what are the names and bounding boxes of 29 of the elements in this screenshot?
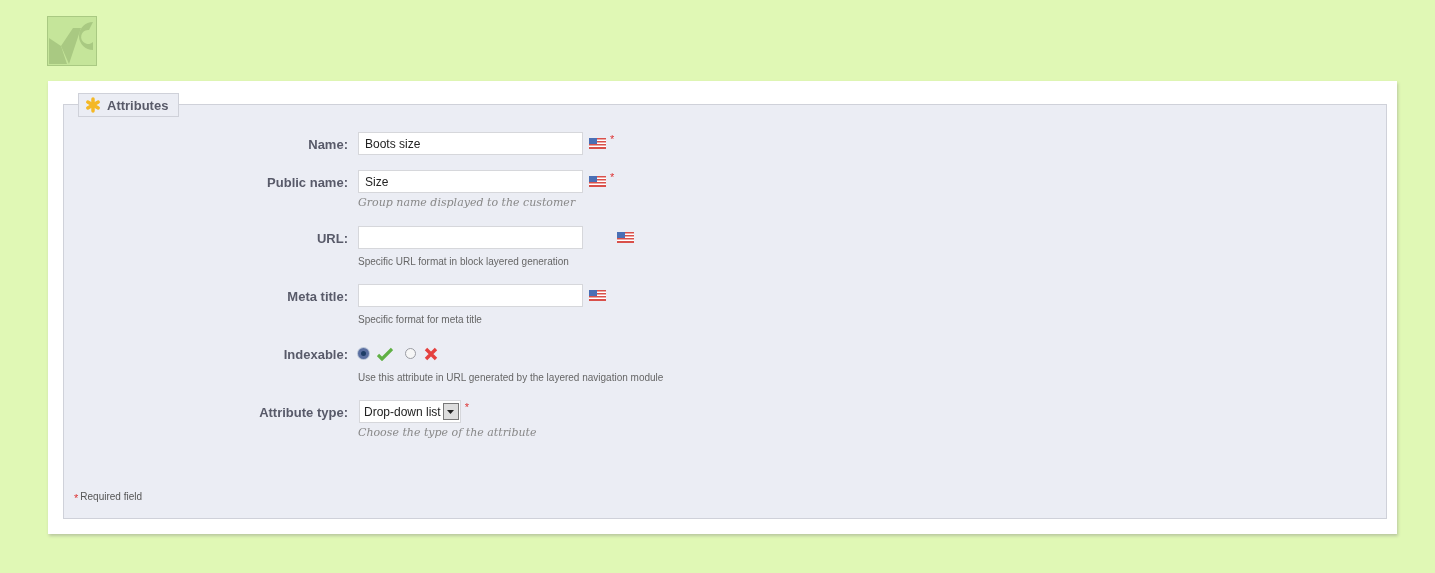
- logo-icon: [47, 16, 97, 66]
- check-icon: [377, 346, 393, 361]
- field-label: Name:: [307, 136, 349, 154]
- field-label: Attribute type:: [258, 404, 349, 422]
- required-mark: *: [610, 133, 615, 145]
- text-field[interactable]: [358, 226, 583, 249]
- asterisk-icon: [85, 97, 101, 113]
- field-label: Meta title:: [286, 288, 349, 306]
- radio-button[interactable]: [405, 348, 416, 359]
- field-label: Indexable:: [282, 346, 349, 364]
- hint-text: Specific format for meta title: [358, 314, 483, 325]
- radio-button[interactable]: [358, 348, 369, 359]
- required-mark: *: [610, 171, 615, 183]
- hint-text: Use this attribute in URL generated by the layered navigation module: [358, 372, 664, 383]
- hint-text: Group name displayed to the customer: [358, 196, 577, 209]
- required-note: Required field: [80, 491, 142, 504]
- caret-icon: [442, 403, 459, 420]
- text-field[interactable]: Size: [358, 170, 583, 193]
- hint-text: Specific URL format in block layered generation: [358, 256, 570, 267]
- cross-icon: [424, 346, 438, 361]
- text-field[interactable]: Boots size: [358, 132, 583, 155]
- required-mark: *: [74, 492, 79, 504]
- panel-title: Attributes: [107, 97, 169, 113]
- field-label: Public name:: [266, 174, 349, 192]
- field-label: URL:: [315, 230, 349, 248]
- hint-text: Choose the type of the attribute: [358, 426, 537, 439]
- required-mark: *: [464, 401, 469, 413]
- text-field[interactable]: [358, 284, 583, 307]
- dropdown[interactable]: Drop-down list: [359, 400, 461, 423]
